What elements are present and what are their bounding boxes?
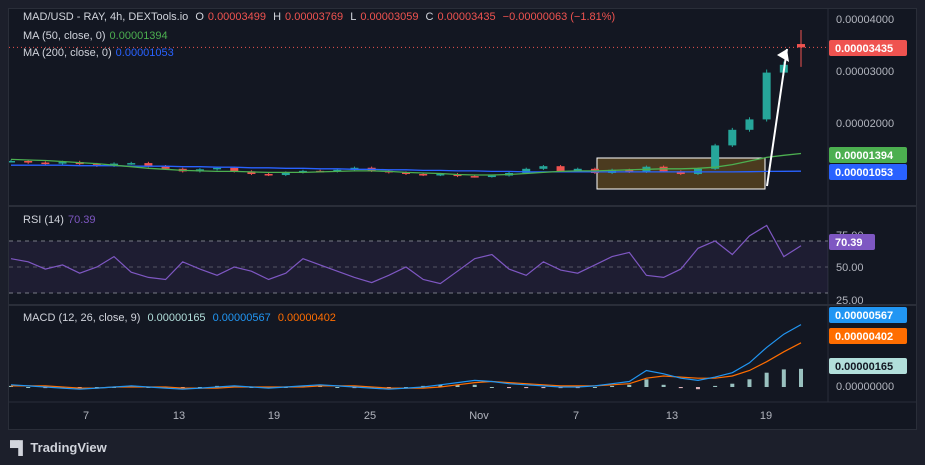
- tradingview-wordmark: TradingView: [30, 440, 107, 455]
- macd-hist-bar: [695, 387, 700, 390]
- macd-hist-bar: [799, 368, 803, 387]
- candle: [539, 166, 548, 169]
- chart-svg: 0.00004000 0.00003000 0.00002000 75.00 5…: [7, 9, 916, 429]
- macd-hist-bar: [592, 387, 597, 388]
- svg-text:0.00000402: 0.00000402: [835, 331, 893, 343]
- candle: [470, 176, 479, 178]
- last-price-badge: 0.00003435: [829, 40, 907, 56]
- ma200-badge: 0.00001053: [829, 164, 907, 180]
- macd-hist-bar: [524, 387, 529, 389]
- macd-hist-bar: [507, 387, 512, 389]
- macd-hist-bar: [610, 385, 615, 387]
- candle: [711, 145, 720, 169]
- candle: [213, 167, 222, 170]
- macd-hist-bar: [489, 387, 494, 388]
- price-legend: MAD/USD - RAY, 4h, DEXTools.io O 0.000034…: [23, 11, 619, 23]
- candle: [745, 119, 754, 130]
- rsi-tick: 50.00: [836, 262, 864, 274]
- ma200-label: MA (200, close, 0): [23, 47, 112, 59]
- macd-hist-bar: [661, 384, 666, 387]
- candle: [7, 161, 15, 163]
- macd-legend: MACD (12, 26, close, 9) 0.00000165 0.000…: [23, 312, 340, 324]
- macd-line-value: 0.00000567: [212, 312, 271, 324]
- low-value: 0.00003059: [360, 11, 419, 23]
- candle: [419, 174, 428, 176]
- macd-hist-bar: [713, 385, 718, 387]
- change-value: −0.00000063 (−1.81%): [502, 11, 616, 23]
- time-tick: 7: [83, 410, 89, 422]
- svg-text:0.00001053: 0.00001053: [835, 167, 893, 179]
- macd-label: MACD (12, 26, close, 9): [23, 312, 141, 324]
- macd-hist-bar: [730, 383, 735, 387]
- high-value: 0.00003769: [285, 11, 344, 23]
- rsi-value: 70.39: [67, 214, 96, 226]
- svg-text:0.00001394: 0.00001394: [835, 150, 894, 162]
- chart-frame: 0.00004000 0.00003000 0.00002000 75.00 5…: [7, 8, 917, 430]
- time-tick: Nov: [469, 410, 489, 422]
- close-label: C: [425, 11, 434, 23]
- close-value: 0.00003435: [437, 11, 496, 23]
- macd-hist-bar: [541, 387, 546, 389]
- macd-hist-bar: [781, 369, 786, 387]
- candle: [762, 72, 771, 120]
- open-label: O: [195, 11, 204, 23]
- svg-text:0.00003435: 0.00003435: [835, 43, 893, 55]
- high-label: H: [273, 11, 282, 23]
- candle: [24, 161, 33, 163]
- svg-text:0.00000165: 0.00000165: [835, 361, 893, 373]
- macd-line-badge: 0.00000567: [829, 307, 907, 323]
- candle: [487, 175, 496, 178]
- candle: [264, 174, 273, 176]
- svg-text:70.39: 70.39: [835, 237, 863, 249]
- time-tick: 7: [573, 410, 579, 422]
- macd-hist-bar: [335, 387, 340, 388]
- macd-hist-bar: [678, 387, 683, 389]
- tradingview-logo[interactable]: ▀▌ TradingView: [10, 440, 107, 455]
- price-tick: 0.00002000: [836, 118, 894, 130]
- low-label: L: [350, 11, 357, 23]
- macd-signal-value: 0.00000402: [277, 312, 336, 324]
- ma200-value: 0.00001053: [115, 47, 174, 59]
- macd-tick: 0.00000000: [836, 381, 894, 393]
- tradingview-icon: ▀▌: [10, 440, 27, 455]
- macd-hist-bar: [627, 384, 632, 387]
- macd-hist-bar: [472, 384, 477, 387]
- rsi-badge: 70.39: [829, 234, 875, 250]
- time-tick: 19: [760, 410, 772, 422]
- macd-signal-badge: 0.00000402: [829, 328, 907, 344]
- time-tick: 19: [268, 410, 280, 422]
- ma50-legend: MA (50, close, 0) 0.00001394: [23, 30, 172, 42]
- ma50-badge: 0.00001394: [829, 147, 907, 163]
- macd-hist-bar: [747, 379, 752, 387]
- candle: [41, 162, 50, 165]
- ma200-legend: MA (200, close, 0) 0.00001053: [23, 47, 178, 59]
- candle: [127, 163, 136, 165]
- ma50-label: MA (50, close, 0): [23, 30, 106, 42]
- time-tick: 25: [364, 410, 376, 422]
- candle: [728, 129, 737, 146]
- macd-hist-bar: [764, 372, 769, 387]
- price-tick: 0.00004000: [836, 14, 894, 26]
- macd-hist-bar: [644, 379, 649, 387]
- candle: [556, 166, 565, 172]
- ma50-value: 0.00001394: [109, 30, 168, 42]
- symbol-label: MAD/USD - RAY, 4h, DEXTools.io: [23, 11, 189, 23]
- open-value: 0.00003499: [207, 11, 267, 23]
- time-tick: 13: [666, 410, 678, 422]
- rsi-legend: RSI (14) 70.39: [23, 214, 100, 226]
- macd-hist-bar: [26, 387, 31, 388]
- rsi-label: RSI (14): [23, 214, 64, 226]
- rsi-tick: 25.00: [836, 295, 864, 307]
- price-tick: 0.00003000: [836, 66, 894, 78]
- svg-text:0.00000567: 0.00000567: [835, 310, 893, 322]
- time-tick: 13: [173, 410, 185, 422]
- macd-hist-value: 0.00000165: [147, 312, 206, 324]
- macd-hist-badge: 0.00000165: [829, 358, 907, 374]
